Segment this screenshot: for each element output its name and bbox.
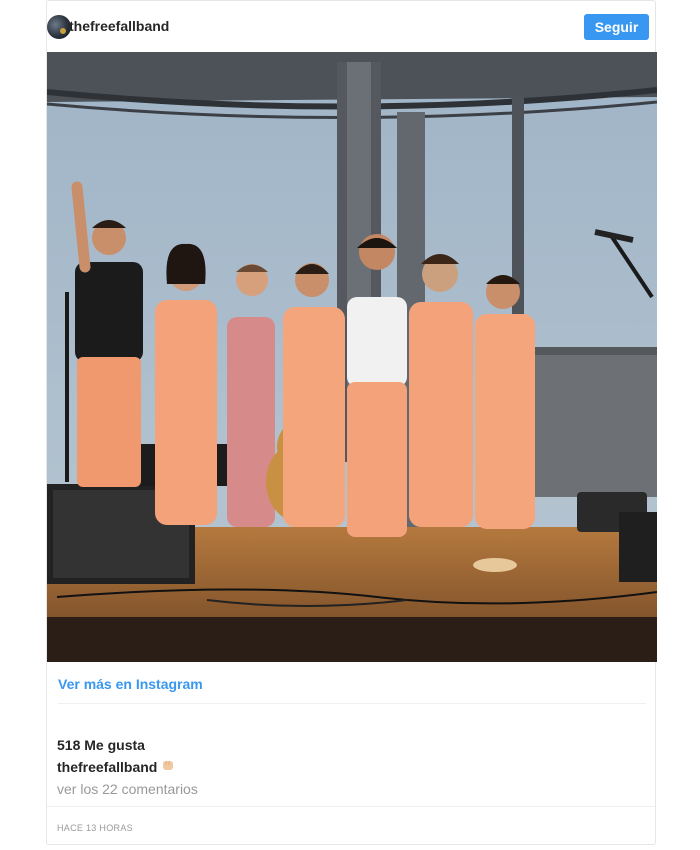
divider bbox=[47, 806, 655, 807]
username-link[interactable]: thefreefallband bbox=[69, 18, 169, 34]
instagram-embed-card: thefreefallband Seguir Ver más en Instag… bbox=[46, 0, 657, 845]
fist-emoji-icon bbox=[163, 761, 173, 770]
post-header: thefreefallband Seguir bbox=[47, 1, 655, 52]
follow-button[interactable]: Seguir bbox=[584, 14, 649, 40]
view-more-instagram-link[interactable]: Ver más en Instagram bbox=[58, 676, 203, 692]
view-comments-link[interactable]: ver los 22 comentarios bbox=[57, 781, 198, 797]
divider bbox=[58, 703, 646, 704]
post-photo[interactable] bbox=[47, 52, 657, 662]
concert-photo bbox=[47, 52, 657, 662]
likes-count[interactable]: 518 Me gusta bbox=[57, 737, 145, 753]
avatar[interactable] bbox=[47, 15, 71, 39]
timestamp: HACE 13 HORAS bbox=[57, 823, 133, 833]
caption-username[interactable]: thefreefallband bbox=[57, 759, 157, 775]
